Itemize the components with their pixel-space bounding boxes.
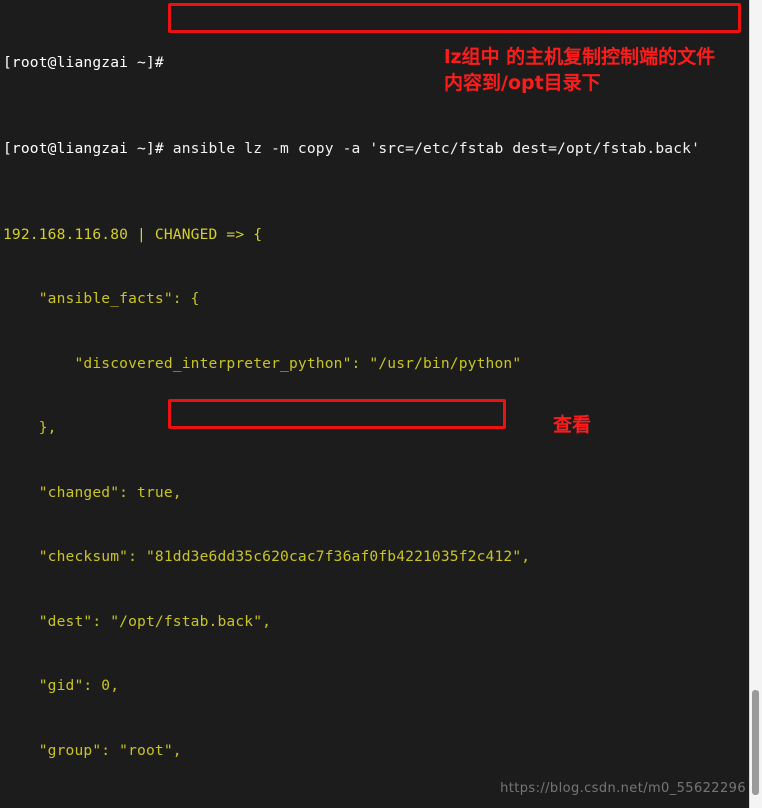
terminal-line: "ansible_facts": { [3, 288, 748, 310]
watermark-text: https://blog.csdn.net/m0_55622296 [500, 781, 746, 796]
terminal-output-area[interactable]: [root@liangzai ~]# [root@liangzai ~]# an… [3, 0, 748, 808]
ansible-status-line: 192.168.116.80 | CHANGED => { [3, 225, 263, 243]
terminal-line: "discovered_interpreter_python": "/usr/b… [3, 353, 748, 375]
annotation-view-note: 查看 [553, 414, 592, 436]
terminal-line: }, [3, 417, 748, 439]
output-text: "dest": "/opt/fstab.back", [3, 612, 272, 630]
shell-prompt: [root@liangzai ~]# [3, 139, 164, 157]
scrollbar-track[interactable] [749, 0, 762, 808]
scrollbar-thumb[interactable] [752, 690, 759, 795]
output-text: "gid": 0, [3, 677, 120, 694]
shell-command-copy: ansible lz -m copy -a 'src=/etc/fstab de… [163, 139, 701, 157]
output-text: "ansible_facts": { [3, 290, 200, 307]
annotation-copy-line1: lz组中 的主机复制控制端的文件 [444, 46, 716, 68]
terminal-line: "gid": 0, [3, 675, 748, 697]
terminal-line: [root@liangzai ~]# ansible lz -m copy -a… [3, 138, 748, 160]
terminal-line: "changed": true, [3, 482, 748, 504]
annotation-copy-line2: 内容到/opt目录下 [444, 72, 601, 94]
output-text: "group": "root", [3, 741, 182, 759]
terminal-line: 192.168.116.80 | CHANGED => { [3, 224, 748, 246]
output-text: "discovered_interpreter_python": "/usr/b… [3, 354, 522, 372]
screenshot-root: [root@liangzai ~]# [root@liangzai ~]# an… [0, 0, 762, 808]
annotation-copy-note: lz组中 的主机复制控制端的文件 内容到/opt目录下 [444, 44, 715, 96]
output-text: }, [3, 419, 57, 436]
output-text: "changed": true, [3, 483, 182, 501]
output-text: "checksum": "81dd3e6dd35c620cac7f36af0fb… [3, 548, 531, 565]
terminal-line: "checksum": "81dd3e6dd35c620cac7f36af0fb… [3, 546, 748, 568]
terminal-line: "dest": "/opt/fstab.back", [3, 611, 748, 633]
terminal-line: "group": "root", [3, 740, 748, 762]
terminal-window[interactable]: [root@liangzai ~]# [root@liangzai ~]# an… [0, 0, 750, 808]
shell-prompt: [root@liangzai ~]# [3, 53, 164, 71]
terminal-line: "md5sum": "8a0179053a901fde0b80fd71e4021… [3, 804, 748, 808]
